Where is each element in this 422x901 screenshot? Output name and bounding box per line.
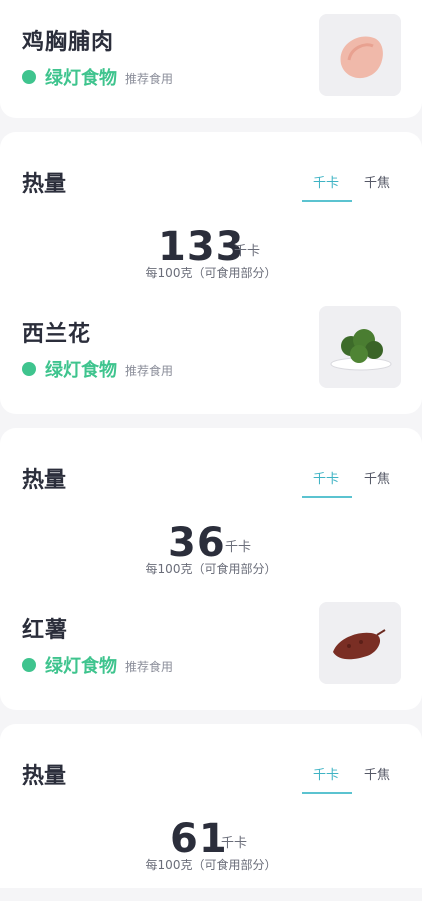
calorie-title: 热量 (22, 172, 67, 197)
food-name: 鸡胸脯肉 (22, 30, 115, 55)
per-portion-note: 每100克（可食用部分） (145, 858, 277, 872)
green-dot-icon (22, 70, 36, 84)
food-tag: 绿灯食物 推荐食用 (22, 64, 173, 90)
food-tag: 绿灯食物 推荐食用 (22, 356, 173, 382)
tab-kcal[interactable]: 千卡 (313, 468, 339, 487)
tab-kj[interactable]: 千焦 (364, 172, 390, 191)
tag-label: 绿灯食物 (45, 360, 117, 381)
calorie-card: 热量 千卡 千焦 133 千卡 每100克（可食用部分） (0, 132, 422, 296)
tag-sublabel: 推荐食用 (125, 660, 174, 674)
sweet-potato-image (319, 602, 401, 684)
tab-underline (302, 496, 352, 498)
food-name: 西兰花 (22, 322, 92, 347)
tab-kcal[interactable]: 千卡 (313, 172, 339, 191)
calorie-card: 热量 千卡 千焦 61 千卡 每100克（可食用部分） (0, 724, 422, 888)
tab-kcal[interactable]: 千卡 (313, 764, 339, 783)
calorie-title: 热量 (22, 764, 67, 789)
food-name: 红薯 (22, 618, 69, 643)
green-dot-icon (22, 362, 36, 376)
chicken-breast-image (319, 14, 401, 96)
tag-label: 绿灯食物 (45, 68, 117, 89)
calorie-card: 热量 千卡 千焦 36 千卡 每100克（可食用部分） (0, 428, 422, 592)
tag-label: 绿灯食物 (45, 656, 117, 677)
per-portion-note: 每100克（可食用部分） (145, 562, 277, 576)
tab-underline (302, 792, 352, 794)
tab-kj[interactable]: 千焦 (364, 468, 390, 487)
tab-kj[interactable]: 千焦 (364, 764, 390, 783)
green-dot-icon (22, 658, 36, 672)
calorie-unit: 千卡 (234, 244, 261, 259)
calorie-title: 热量 (22, 468, 67, 493)
tag-sublabel: 推荐食用 (125, 72, 174, 86)
tag-sublabel: 推荐食用 (125, 364, 174, 378)
broccoli-image (319, 306, 401, 388)
food-tag: 绿灯食物 推荐食用 (22, 652, 173, 678)
calorie-unit: 千卡 (221, 836, 248, 851)
food-card-broccoli[interactable]: 西兰花 绿灯食物 推荐食用 (0, 296, 422, 414)
food-card-sweet-potato[interactable]: 红薯 绿灯食物 推荐食用 (0, 592, 422, 710)
calorie-unit: 千卡 (225, 540, 252, 555)
tab-underline (302, 200, 352, 202)
food-card-chicken[interactable]: 鸡胸脯肉 绿灯食物 推荐食用 (0, 0, 422, 118)
per-portion-note: 每100克（可食用部分） (145, 266, 277, 280)
